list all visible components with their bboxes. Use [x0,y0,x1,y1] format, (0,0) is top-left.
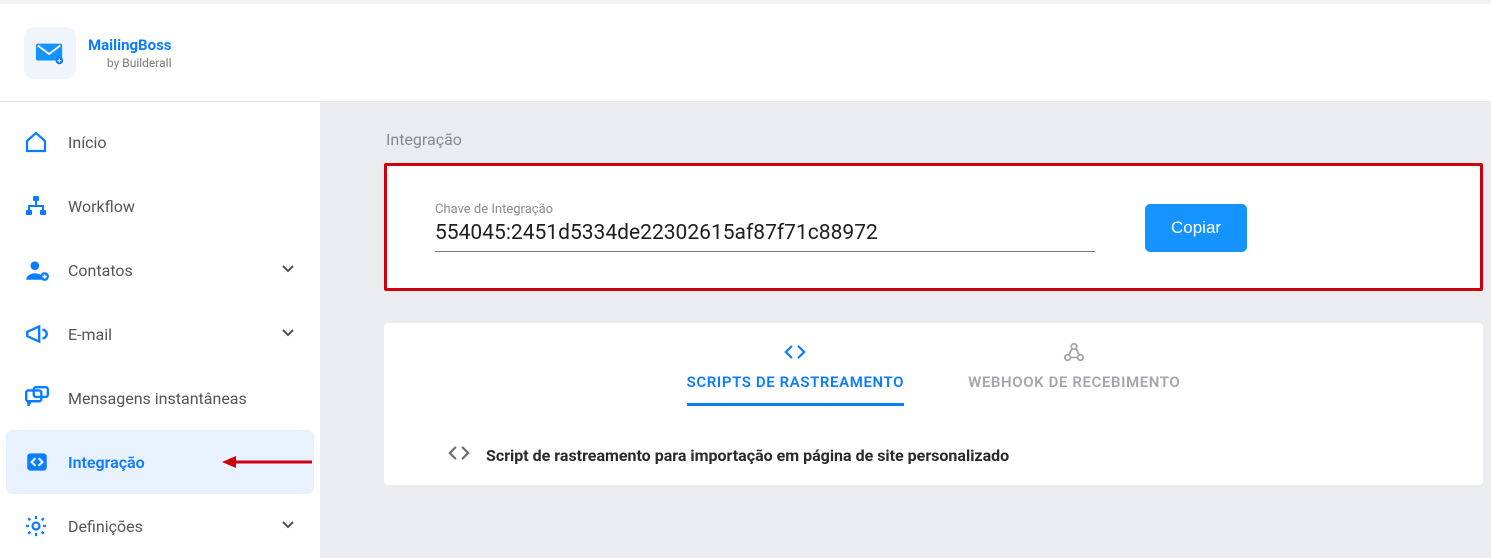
chevron-down-icon [280,516,296,536]
sidebar-item-label: Integração [68,453,296,472]
logo-block[interactable]: MailingBoss by Builderall [24,27,172,79]
tabs-card: SCRIPTS DE RASTREAMENTO WEBHOOK DE RECEB… [384,323,1483,485]
sidebar: Início Workflow [0,102,320,558]
sidebar-item-label: Contatos [68,261,280,280]
tab-webhook[interactable]: WEBHOOK DE RECEBIMENTO [968,341,1180,406]
sidebar-item-label: Workflow [68,197,296,216]
accordion-title: Script de rastreamento para importação e… [486,446,1009,465]
accordion-tracking-custom-site[interactable]: Script de rastreamento para importação e… [426,435,1441,485]
chat-icon [24,385,68,411]
sidebar-item-label: E-mail [68,325,280,344]
integration-key-card: Chave de Integração 554045:2451d5334de22… [384,163,1483,291]
integration-key-field[interactable]: Chave de Integração 554045:2451d5334de22… [435,202,1095,252]
sidebar-item-label: Mensagens instantâneas [68,389,296,408]
sidebar-item-label: Definições [68,517,280,536]
main-content: Integração Chave de Integração 554045:24… [320,102,1491,558]
sidebar-item-label: Início [68,133,296,152]
code-badge-icon [24,449,68,475]
contact-add-icon [24,257,68,283]
tab-tracking-scripts[interactable]: SCRIPTS DE RASTREAMENTO [687,341,904,406]
integration-key-label: Chave de Integração [435,202,1095,217]
webhook-icon [1063,341,1085,367]
workflow-icon [24,194,68,218]
section-title: Integração [382,126,1491,163]
integration-key-value: 554045:2451d5334de22302615af87f71c88972 [435,217,1095,252]
sidebar-item-mensagens[interactable]: Mensagens instantâneas [6,366,314,430]
sidebar-item-workflow[interactable]: Workflow [6,174,314,238]
megaphone-icon [24,321,68,347]
sidebar-item-contatos[interactable]: Contatos [6,238,314,302]
sidebar-item-email[interactable]: E-mail [6,302,314,366]
product-byline: by Builderall [88,56,172,70]
home-icon [24,130,68,154]
app-header: MailingBoss by Builderall [0,0,1491,102]
product-name: MailingBoss [88,36,172,54]
logo-icon [24,27,76,79]
tab-label: WEBHOOK DE RECEBIMENTO [968,373,1180,391]
code-icon [784,341,806,367]
code-icon [448,445,470,465]
copy-button[interactable]: Copiar [1145,204,1247,252]
chevron-down-icon [280,324,296,344]
chevron-down-icon [280,260,296,280]
sidebar-item-integracao[interactable]: Integração [6,430,314,494]
tab-label: SCRIPTS DE RASTREAMENTO [687,373,904,391]
sidebar-item-inicio[interactable]: Início [6,110,314,174]
gear-icon [24,514,68,538]
sidebar-item-definicoes[interactable]: Definições [6,494,314,558]
tabs-row: SCRIPTS DE RASTREAMENTO WEBHOOK DE RECEB… [384,341,1483,407]
